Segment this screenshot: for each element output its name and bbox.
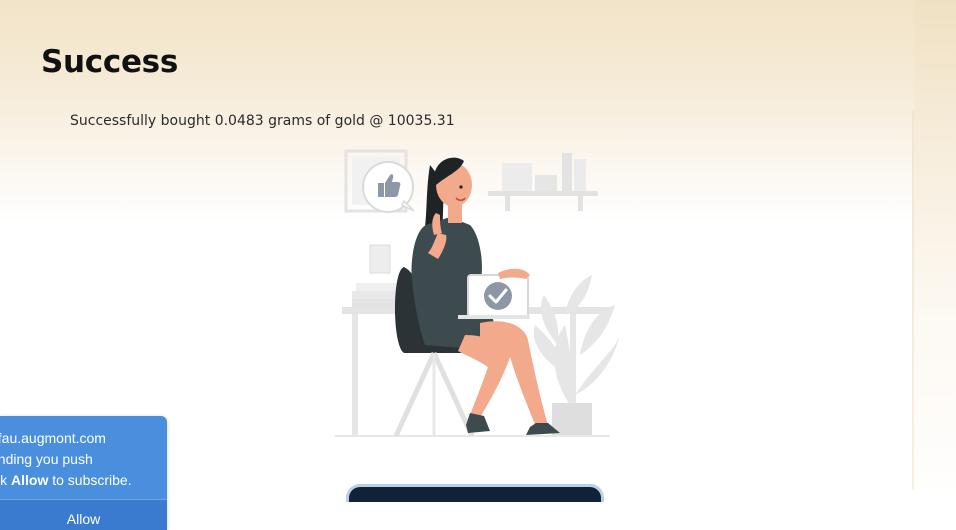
wall-shelf — [488, 191, 598, 196]
continue-button-visible[interactable] — [346, 484, 604, 502]
push-instruction-bold: Allow — [11, 472, 49, 488]
push-instruction-suffix: to subscribe. — [48, 472, 132, 488]
success-illustration — [335, 149, 620, 438]
modal-title: Success — [41, 44, 178, 80]
thumbs-up-icon — [362, 161, 415, 213]
push-instruction-prefix: ick — [0, 472, 8, 488]
modal-edge — [912, 110, 914, 490]
plant — [533, 275, 620, 405]
push-message: ending you push — [0, 451, 93, 467]
push-instruction: ick Allow to subscribe. — [0, 470, 165, 491]
success-message: Successfully bought 0.0483 grams of gold… — [70, 113, 455, 129]
push-domain: gfau.augmont.com — [0, 430, 106, 446]
push-notification-prompt: gfau.augmont.com ending you push ick All… — [0, 416, 167, 530]
check-circle-icon — [484, 282, 512, 310]
allow-button[interactable]: Allow — [0, 499, 167, 530]
